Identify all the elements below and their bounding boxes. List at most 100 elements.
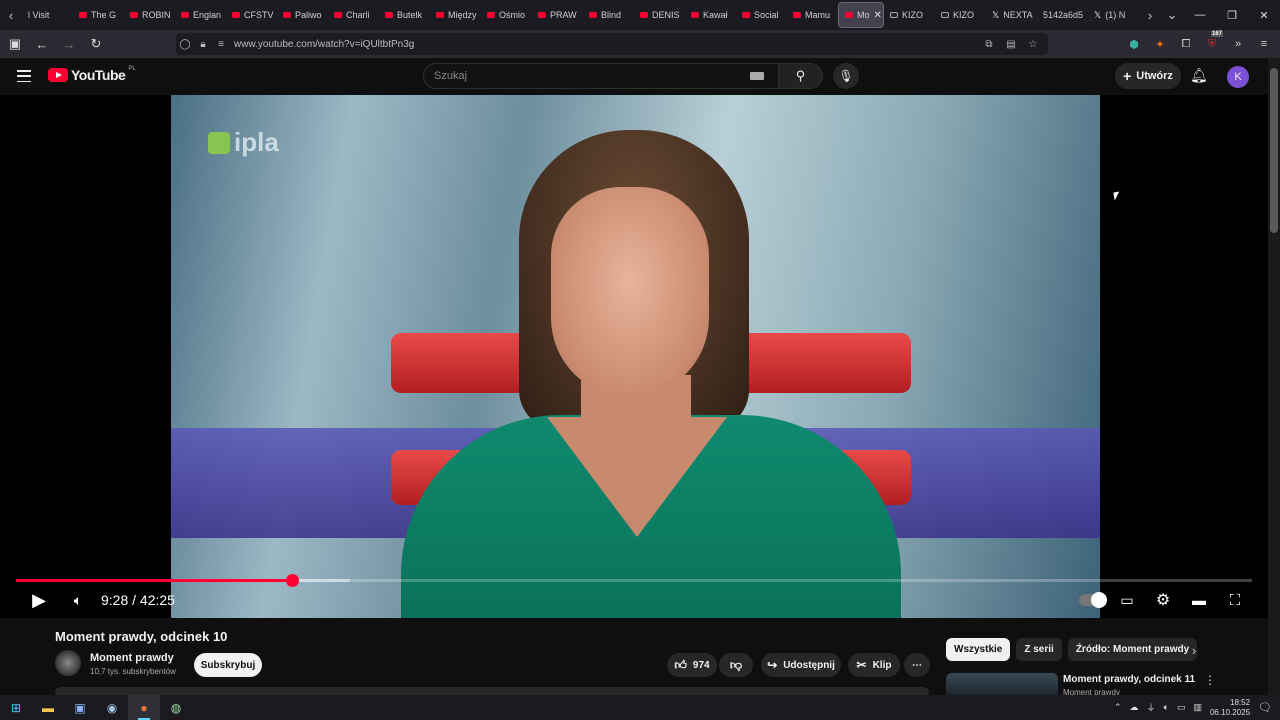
chip-series[interactable]: Z serii [1016,638,1062,661]
scrubber-handle[interactable] [285,574,299,587]
back-icon[interactable]: ← [30,32,54,56]
chevron-right-icon[interactable]: › [1192,643,1196,658]
clock[interactable]: 18:52 06.10.2025 [1210,698,1250,718]
youtube-logo[interactable]: YouTube PL [48,66,136,83]
share-button[interactable]: ↪ Udostępnij [761,653,841,677]
browser-tab[interactable]: KIZO [935,2,986,28]
browser-tab[interactable]: DENIS [634,2,685,28]
search-button[interactable]: ⚲ [778,64,822,88]
browser-tab[interactable]: 𝕏 (1) N [1088,2,1139,28]
video-player[interactable]: ipla ▶ 🔈︎ 9:28 / 42:25 ▭ ⚙ ▬ ⛶ [0,95,1268,618]
remote-desktop-icon[interactable]: ▣ [64,695,96,720]
browser-tab[interactable]: Między [430,2,481,28]
recommendation-title[interactable]: Moment prawdy, odcinek 11 [1063,674,1195,685]
lock-icon[interactable]: 🔒︎ [194,39,212,50]
voice-search-button[interactable]: 🎙︎ [833,63,859,89]
channel-avatar[interactable] [55,650,81,676]
browser-tab[interactable]: Mo ✕ [838,2,884,28]
onedrive-icon[interactable]: ☁ [1130,702,1139,713]
subscribe-button[interactable]: Subskrybuj [194,653,262,677]
keyboard-icon[interactable] [750,72,764,80]
extension-orange-icon[interactable]: ✦ [1150,33,1170,55]
recommendation-thumbnail[interactable] [946,673,1058,695]
reader-view-icon[interactable]: ▤ [1002,39,1020,50]
restore-icon[interactable]: ❐ [1216,0,1248,30]
search-input[interactable] [424,70,744,82]
app-menu-icon[interactable]: ≡ [1254,33,1274,55]
forward-icon[interactable]: → [57,32,81,56]
browser-tab[interactable]: The G [73,2,124,28]
extensions-puzzle-icon[interactable]: ⧠ [1176,33,1196,55]
description-box[interactable] [55,687,929,695]
browser-tab[interactable]: 5142a6d5 [1037,2,1088,28]
subtitles-button[interactable]: ▭ [1115,588,1139,612]
network-icon[interactable]: ▭ [1177,702,1186,713]
app-icon[interactable]: ◍ [160,695,192,720]
browser-tab[interactable]: Englan [175,2,226,28]
browser-tab[interactable]: Paliwo [277,2,328,28]
overflow-menu-icon[interactable]: » [1228,33,1248,55]
close-tab-icon[interactable]: ✕ [874,10,882,21]
url-text[interactable]: www.youtube.com/watch?v=iQUltbtPn3g [234,39,414,50]
minimize-icon[interactable]: — [1184,0,1216,30]
tabs-scroll-right-icon[interactable]: › [1139,0,1161,30]
like-button[interactable]: 👍︎ 974 [667,653,717,677]
account-avatar[interactable]: K [1227,66,1249,88]
scrollbar-thumb[interactable] [1270,68,1278,233]
usb-icon[interactable]: ⏚ [1147,701,1156,714]
permissions-icon[interactable]: ≡ [212,39,230,50]
browser-tab[interactable]: ROBIN [124,2,175,28]
browser-tab[interactable]: l Visit [22,2,73,28]
browser-tab[interactable]: Kawał [685,2,736,28]
browser-tab[interactable]: Ośmio [481,2,532,28]
tabs-scroll-left-icon[interactable]: ‹ [0,0,22,30]
settings-button[interactable]: ⚙ [1151,588,1175,612]
browser-tab[interactable]: Mamu [787,2,838,28]
dislike-button[interactable]: 👎︎ [719,653,753,677]
autoplay-toggle[interactable] [1077,588,1107,612]
browser-tab[interactable]: 𝕏 NEXTA [986,2,1037,28]
browser-tab[interactable]: Charli [328,2,379,28]
more-vertical-icon[interactable]: ⋮ [1204,673,1216,687]
steam-icon[interactable]: ◉ [96,695,128,720]
play-button[interactable]: ▶ [28,588,50,612]
browser-tab[interactable]: KIZO [884,2,935,28]
reload-icon[interactable]: ↻ [84,32,108,56]
file-explorer-icon[interactable]: ▬ [32,695,64,720]
theater-mode-button[interactable]: ▬ [1187,588,1211,612]
bookmark-star-icon[interactable]: ☆ [1024,39,1042,50]
chip-all[interactable]: Wszystkie [946,638,1011,661]
clip-button[interactable]: ✂ Klip [848,653,900,677]
browser-tab[interactable]: Butelk [379,2,430,28]
vpn-extension-icon[interactable]: ⬢ [1124,33,1144,55]
fullscreen-button[interactable]: ⛶ [1223,588,1247,612]
tab-list-dropdown-icon[interactable]: ⌄ [1161,0,1183,30]
address-bar[interactable]: ◯ 🔒︎ ≡ www.youtube.com/watch?v=iQUltbtPn… [176,33,1048,55]
browser-tab[interactable]: Blind [583,2,634,28]
notifications-icon[interactable]: 🗨︎ [1258,701,1272,714]
channel-name[interactable]: Moment prawdy [90,652,174,664]
mute-button[interactable]: 🔈︎ [67,588,89,612]
close-window-icon[interactable]: ✕ [1248,0,1280,30]
language-icon[interactable]: ▥ [1193,702,1202,713]
page-scrollbar[interactable] [1268,58,1280,695]
notifications-bell-icon[interactable]: 🔔︎ [1190,67,1208,84]
browser-tab[interactable]: PRAW [532,2,583,28]
ublock-icon[interactable]: ⛨ 167 [1202,31,1224,55]
more-actions-button[interactable]: ⋯ [904,653,930,677]
create-button[interactable]: + Utwórz [1115,63,1181,89]
volume-tray-icon[interactable]: 🔈︎ [1164,702,1169,713]
chip-source[interactable]: Źródło: Moment prawdy [1067,638,1198,661]
tray-overflow-icon[interactable]: ⌃ [1114,702,1122,713]
firefox-icon[interactable]: ● [128,695,160,720]
picture-in-picture-icon[interactable]: ⧉ [980,39,998,50]
youtube-favicon-icon [640,12,648,18]
window-controls: — ❐ ✕ [1184,0,1280,30]
tracking-shield-icon[interactable]: ◯ [176,39,194,50]
guide-menu-icon[interactable] [17,70,31,82]
browser-tab[interactable]: Social [736,2,787,28]
browser-tab[interactable]: CFSTV [226,2,277,28]
start-button[interactable]: ⊞ [0,695,32,720]
sidebar-toggle-icon[interactable]: ▣ [3,32,27,56]
progress-bar[interactable] [16,574,1252,587]
